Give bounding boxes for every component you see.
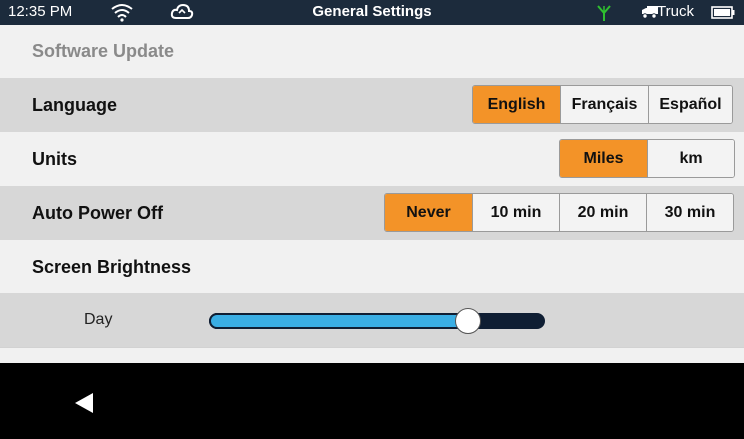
units-selector[interactable]: Miles km (559, 139, 735, 178)
language-row: Language English Français Español (0, 78, 744, 132)
language-label: Language (32, 95, 118, 115)
language-option-english[interactable]: English (473, 86, 560, 123)
day-brightness-slider[interactable] (209, 308, 545, 334)
power-option-never[interactable]: Never (385, 194, 472, 231)
night-brightness-row-partial[interactable] (0, 347, 744, 363)
auto-power-off-selector[interactable]: Never 10 min 20 min 30 min (384, 193, 734, 232)
gps-signal-icon (597, 5, 611, 21)
auto-power-off-row: Auto Power Off Never 10 min 20 min 30 mi… (0, 186, 744, 240)
units-option-km[interactable]: km (647, 140, 734, 177)
power-option-30-min[interactable]: 30 min (646, 194, 733, 231)
slider-thumb[interactable] (455, 308, 481, 334)
units-option-miles[interactable]: Miles (560, 140, 647, 177)
status-bar: 12:35 PM General Settings Truck (0, 0, 744, 25)
day-brightness-label: Day (84, 311, 113, 328)
vehicle-profile: Truck (657, 3, 694, 20)
back-arrow-icon[interactable] (74, 392, 94, 414)
screen-brightness-row: Screen Brightness (0, 240, 744, 293)
screen-brightness-label: Screen Brightness (32, 257, 192, 277)
units-row: Units Miles km (0, 132, 744, 186)
language-option-espanol[interactable]: Español (648, 86, 732, 123)
battery-icon (711, 6, 735, 19)
software-update-label: Software Update (32, 41, 175, 61)
auto-power-off-label: Auto Power Off (32, 203, 163, 223)
slider-fill (209, 313, 468, 329)
software-update-row[interactable]: Software Update (0, 25, 744, 78)
day-brightness-row: Day (0, 293, 744, 347)
power-option-10-min[interactable]: 10 min (472, 194, 559, 231)
power-option-20-min[interactable]: 20 min (559, 194, 646, 231)
settings-list[interactable]: Software Update Language English Françai… (0, 25, 744, 363)
units-label: Units (32, 149, 77, 169)
language-option-francais[interactable]: Français (560, 86, 648, 123)
window-title: General Settings (312, 3, 432, 20)
navigation-bar (0, 363, 744, 439)
language-selector[interactable]: English Français Español (472, 85, 733, 124)
